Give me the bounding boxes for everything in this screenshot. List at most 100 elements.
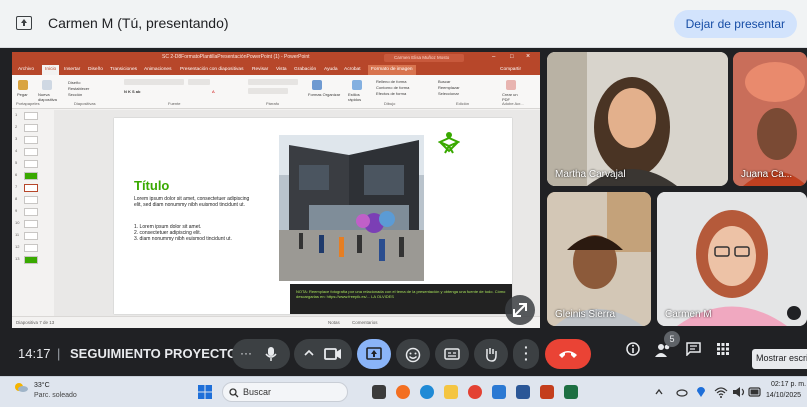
tab-archivo[interactable]: Archivo <box>18 67 34 72</box>
slide-thumbnail[interactable] <box>24 220 38 228</box>
font-color-icon[interactable]: A <box>212 89 215 94</box>
tab-revisar[interactable]: Revisar <box>252 67 268 72</box>
powerpoint-icon[interactable] <box>540 385 554 399</box>
more-options-icon[interactable]: ··· <box>240 346 252 360</box>
leave-call-button[interactable] <box>545 339 591 369</box>
paragraph-tools[interactable] <box>248 79 298 85</box>
fill-label[interactable]: Relleno de forma <box>376 79 406 84</box>
font-size-box[interactable] <box>188 79 210 85</box>
captions-button[interactable] <box>435 339 469 369</box>
battery-icon[interactable] <box>748 387 762 397</box>
new-slide-icon[interactable] <box>42 80 52 90</box>
section-label[interactable]: Sección <box>68 92 82 97</box>
copilot-icon[interactable] <box>396 385 410 399</box>
align-tools[interactable] <box>248 88 288 94</box>
store-icon[interactable] <box>492 385 506 399</box>
chevron-up-icon[interactable] <box>655 388 663 396</box>
share-button[interactable]: Compartir <box>500 67 521 72</box>
chrome-icon[interactable] <box>468 385 482 399</box>
expand-screen-button[interactable] <box>505 295 535 325</box>
taskbar-date[interactable]: 14/10/2025 <box>766 392 801 399</box>
font-format-buttons[interactable]: N K S ab <box>124 89 140 94</box>
layout-label[interactable]: Diseño <box>68 80 80 85</box>
reset-label[interactable]: Restablecer <box>68 86 89 91</box>
tab-presentacion[interactable]: Presentación con diapositivas <box>180 67 243 72</box>
raise-hand-button[interactable] <box>474 339 508 369</box>
camera-button-group[interactable] <box>294 339 352 369</box>
slide-thumbnail[interactable] <box>24 172 38 180</box>
task-view-icon[interactable] <box>372 385 386 399</box>
pdf-icon[interactable] <box>506 80 516 90</box>
word-icon[interactable] <box>516 385 530 399</box>
slide-thumbnail[interactable] <box>24 148 38 156</box>
taskbar-time[interactable]: 02:17 p. m. <box>771 381 806 388</box>
weather-temperature[interactable]: 33°C <box>34 382 50 389</box>
shapes-icon[interactable] <box>312 80 322 90</box>
replace-label[interactable]: Reemplazar <box>438 85 460 90</box>
slide-thumbnail[interactable] <box>24 112 38 120</box>
chevron-up-icon[interactable] <box>304 349 314 357</box>
microphone-icon[interactable] <box>264 346 278 362</box>
slide-thumbnail-active[interactable] <box>24 184 38 192</box>
slide-thumbnail[interactable] <box>24 160 38 168</box>
slide-thumbnail[interactable] <box>24 244 38 252</box>
wifi-icon[interactable] <box>714 386 728 398</box>
maximize-icon[interactable]: □ <box>510 54 514 60</box>
more-options-button[interactable]: · · · <box>513 339 539 369</box>
excel-icon[interactable] <box>564 385 578 399</box>
building-photo[interactable] <box>279 135 424 281</box>
more-vert-icon: · · · <box>524 339 529 367</box>
participant-tile-self[interactable]: Carmen M <box>657 192 807 326</box>
comments-button[interactable]: Comentarios <box>352 320 378 325</box>
tab-formato-imagen[interactable]: Formato de imagen <box>368 65 416 75</box>
present-now-button[interactable] <box>357 339 391 369</box>
find-label[interactable]: Buscar <box>438 79 450 84</box>
activities-icon[interactable] <box>716 342 730 356</box>
tab-insertar[interactable]: Insertar <box>64 67 80 72</box>
onedrive-icon[interactable] <box>676 386 688 398</box>
quick-styles-icon[interactable] <box>352 80 362 90</box>
select-label[interactable]: Seleccionar <box>438 91 459 96</box>
weather-icon[interactable] <box>14 382 28 392</box>
slide-thumbnail[interactable] <box>24 124 38 132</box>
notes-button[interactable]: Notas <box>328 320 340 325</box>
weather-condition[interactable]: Parc. soleado <box>34 392 77 399</box>
edge-icon[interactable] <box>420 385 434 399</box>
participant-tile[interactable]: Martha Carvajal <box>547 52 728 186</box>
participant-tile[interactable]: Gleinis Sierra <box>547 192 651 326</box>
tab-ayuda[interactable]: Ayuda <box>324 67 338 72</box>
pin-icon[interactable] <box>787 306 801 320</box>
slide-thumbnail[interactable] <box>24 196 38 204</box>
paste-icon[interactable] <box>18 80 28 90</box>
tab-transiciones[interactable]: Transiciones <box>110 67 137 72</box>
tab-vista[interactable]: Vista <box>276 67 287 72</box>
font-name-box[interactable] <box>124 79 184 85</box>
volume-icon[interactable] <box>732 386 746 398</box>
current-slide[interactable]: Título Lorem ipsum dolor sit amet, conse… <box>114 118 512 314</box>
reactions-button[interactable] <box>396 339 430 369</box>
camera-icon[interactable] <box>324 347 342 361</box>
location-icon[interactable] <box>696 386 706 398</box>
slide-thumbnail[interactable] <box>24 256 38 264</box>
minimize-icon[interactable]: – <box>492 54 495 60</box>
close-icon[interactable]: × <box>526 53 530 60</box>
tab-acrobat[interactable]: Acrobat <box>344 67 361 72</box>
slide-thumbnail[interactable] <box>24 136 38 144</box>
microphone-button-group[interactable]: ··· <box>232 339 290 369</box>
effects-label[interactable]: Efectos de forma <box>376 91 406 96</box>
outline-label[interactable]: Contorno de forma <box>376 85 409 90</box>
stop-presenting-button[interactable]: Dejar de presentar <box>673 10 797 38</box>
ppt-search-box[interactable]: Carmen Elisa Muñoz Mosto <box>384 54 464 62</box>
slide-thumbnail[interactable] <box>24 208 38 216</box>
windows-start-icon[interactable] <box>198 385 212 399</box>
tab-grabacion[interactable]: Grabación <box>294 67 316 72</box>
chat-icon[interactable] <box>686 342 701 356</box>
info-icon[interactable] <box>626 342 640 356</box>
taskbar-search[interactable]: Buscar <box>222 382 348 402</box>
tab-inicio[interactable]: Inicio <box>42 65 60 75</box>
participant-tile[interactable]: Juana Ca... <box>733 52 807 186</box>
tab-animaciones[interactable]: Animaciones <box>144 67 171 72</box>
slide-thumbnail[interactable] <box>24 232 38 240</box>
tab-diseno[interactable]: Diseño <box>88 67 103 72</box>
file-explorer-icon[interactable] <box>444 385 458 399</box>
